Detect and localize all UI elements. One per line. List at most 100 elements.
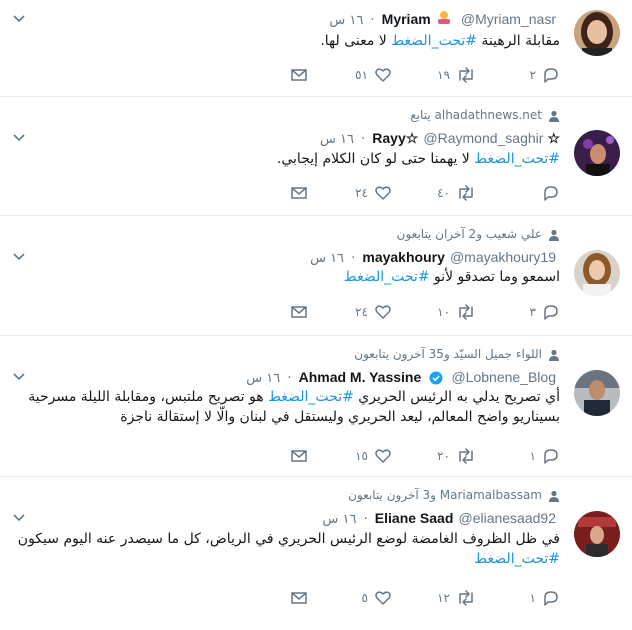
- retweet-icon: [459, 304, 473, 320]
- direct-message-button[interactable]: [290, 302, 308, 322]
- hashtag-link[interactable]: #تحت_الضغط: [268, 389, 354, 405]
- tweet[interactable]: علي شعيب و2 آخران يتابعون mayakhoury @ma…: [0, 216, 632, 336]
- reply-button[interactable]: ٣: [526, 302, 560, 322]
- person-shrugging-emoji: [436, 9, 452, 30]
- retweet-button[interactable]: ٢٠: [437, 446, 476, 466]
- envelope-icon: [291, 306, 307, 318]
- chevron-down-icon[interactable]: [12, 250, 26, 264]
- direct-message-button[interactable]: [290, 65, 308, 85]
- tweet-text: في ظل الظروف الغامضة لوضع الرئيس الحريري…: [12, 529, 560, 569]
- tweet-header: ☆Rayy☆ @Raymond_saghir · ١٦ س: [320, 128, 560, 148]
- tweet-text: أي تصريح يدلي به الرئيس الحريري #تحت_الض…: [12, 387, 560, 427]
- direct-message-button[interactable]: [290, 588, 308, 608]
- reply-button[interactable]: [526, 183, 560, 203]
- like-count: ٢٤: [355, 305, 368, 319]
- timestamp[interactable]: ١٦ س: [310, 251, 344, 266]
- tweet-header: Eliane Saad @elianesaad92 · ١٦ س: [322, 508, 560, 528]
- reply-button[interactable]: ١: [526, 588, 560, 608]
- tweet-text-end: لا معنى لها.: [320, 33, 392, 49]
- retweet-icon: [459, 448, 473, 464]
- context-text[interactable]: علي شعيب و2 آخران يتابعون: [397, 227, 542, 241]
- retweet-count: ١٠: [437, 305, 450, 319]
- envelope-icon: [291, 187, 307, 199]
- chevron-down-icon[interactable]: [12, 12, 26, 26]
- timeline-feed: Myriam @Myriam_nasr · ١٦ س مقابلة الرهين…: [0, 0, 632, 630]
- reply-count: ٣: [529, 305, 536, 319]
- display-name[interactable]: Eliane Saad: [375, 510, 454, 526]
- reply-button[interactable]: ٢: [526, 65, 560, 85]
- separator-dot: ·: [363, 512, 368, 527]
- separator-dot: ·: [370, 13, 375, 28]
- tweet[interactable]: alhadathnews.net يتابع ☆Rayy☆ @Raymond_s…: [0, 97, 632, 216]
- like-count: ٢٤: [355, 186, 368, 200]
- context-text[interactable]: Mariamalbassam و3 آخرون يتابعون: [348, 488, 542, 502]
- avatar[interactable]: [574, 250, 620, 296]
- reply-button[interactable]: ١: [526, 446, 560, 466]
- tweet[interactable]: اللواء جميل السيّد و35 آخرون يتابعون Ahm…: [0, 336, 632, 477]
- retweet-button[interactable]: ١٢: [437, 588, 476, 608]
- social-context: علي شعيب و2 آخران يتابعون: [397, 226, 560, 242]
- timestamp[interactable]: ١٦ س: [320, 132, 354, 147]
- hashtag-link[interactable]: #تحت_الضغط: [474, 551, 560, 567]
- tweet-actions: ٤٠ ٢٤: [260, 183, 560, 203]
- reply-icon: [544, 305, 558, 320]
- direct-message-button[interactable]: [290, 183, 308, 203]
- tweet[interactable]: Mariamalbassam و3 آخرون يتابعون Eliane S…: [0, 477, 632, 630]
- tweet-header: mayakhoury @mayakhoury19 · ١٦ س: [310, 247, 560, 267]
- context-text[interactable]: alhadathnews.net يتابع: [410, 108, 542, 122]
- timestamp[interactable]: ١٦ س: [322, 512, 356, 527]
- social-context: Mariamalbassam و3 آخرون يتابعون: [348, 487, 560, 503]
- context-text[interactable]: اللواء جميل السيّد و35 آخرون يتابعون: [354, 347, 542, 361]
- retweet-icon: [459, 67, 473, 83]
- social-context: اللواء جميل السيّد و35 آخرون يتابعون: [354, 346, 560, 362]
- chevron-down-icon[interactable]: [12, 131, 26, 145]
- retweet-icon: [459, 590, 473, 606]
- avatar[interactable]: [574, 10, 620, 56]
- retweet-count: ١٢: [437, 591, 450, 605]
- person-icon: [549, 349, 559, 361]
- handle[interactable]: @elianesaad92: [458, 510, 556, 526]
- heart-icon: [375, 591, 391, 605]
- display-name[interactable]: Myriam: [382, 11, 431, 27]
- hashtag-link[interactable]: #تحت_الضغط: [391, 33, 477, 49]
- display-name[interactable]: Ahmad M. Yassine: [299, 369, 422, 385]
- like-button[interactable]: ٥: [358, 588, 392, 608]
- handle[interactable]: @Myriam_nasr: [461, 11, 556, 27]
- hashtag-link[interactable]: #تحت_الضغط: [474, 151, 560, 167]
- avatar[interactable]: [574, 370, 620, 416]
- like-button[interactable]: ٥١: [355, 65, 392, 85]
- handle[interactable]: @Raymond_saghir: [423, 130, 543, 146]
- person-icon: [549, 490, 559, 502]
- retweet-button[interactable]: ١٩: [437, 65, 476, 85]
- like-button[interactable]: ٢٤: [355, 183, 392, 203]
- separator-dot: ·: [361, 132, 366, 147]
- tweet[interactable]: Myriam @Myriam_nasr · ١٦ س مقابلة الرهين…: [0, 0, 632, 97]
- tweet-text-start: مقابلة الرهينة: [476, 33, 560, 49]
- reply-count: ١: [529, 449, 536, 463]
- handle[interactable]: @mayakhoury19: [450, 249, 556, 265]
- person-icon: [549, 110, 559, 122]
- chevron-down-icon[interactable]: [12, 370, 26, 384]
- social-context: alhadathnews.net يتابع: [410, 107, 560, 123]
- tweet-actions: ٢ ١٩ ٥١: [260, 65, 560, 85]
- timestamp[interactable]: ١٦ س: [329, 13, 363, 28]
- tweet-header: Myriam @Myriam_nasr · ١٦ س: [329, 9, 560, 29]
- retweet-button[interactable]: ٤٠: [437, 183, 476, 203]
- direct-message-button[interactable]: [290, 446, 308, 466]
- retweet-button[interactable]: ١٠: [437, 302, 476, 322]
- like-count: ٥١: [355, 68, 368, 82]
- timestamp[interactable]: ١٦ س: [246, 371, 280, 386]
- avatar[interactable]: [574, 511, 620, 557]
- display-name[interactable]: mayakhoury: [362, 249, 444, 265]
- chevron-down-icon[interactable]: [12, 511, 26, 525]
- tweet-text: #تحت_الضغط لا يهمنا حتى لو كان الكلام إي…: [12, 149, 560, 169]
- retweet-count: ٢٠: [437, 449, 450, 463]
- like-button[interactable]: ٢٤: [355, 302, 392, 322]
- handle[interactable]: @Lobnene_Blog: [451, 369, 556, 385]
- reply-icon: [544, 449, 558, 464]
- like-button[interactable]: ١٥: [355, 446, 392, 466]
- hashtag-link[interactable]: #تحت_الضغط: [344, 269, 430, 285]
- avatar[interactable]: [574, 130, 620, 176]
- tweet-text: مقابلة الرهينة #تحت_الضغط لا معنى لها.: [12, 31, 560, 51]
- retweet-count: ١٩: [437, 68, 450, 82]
